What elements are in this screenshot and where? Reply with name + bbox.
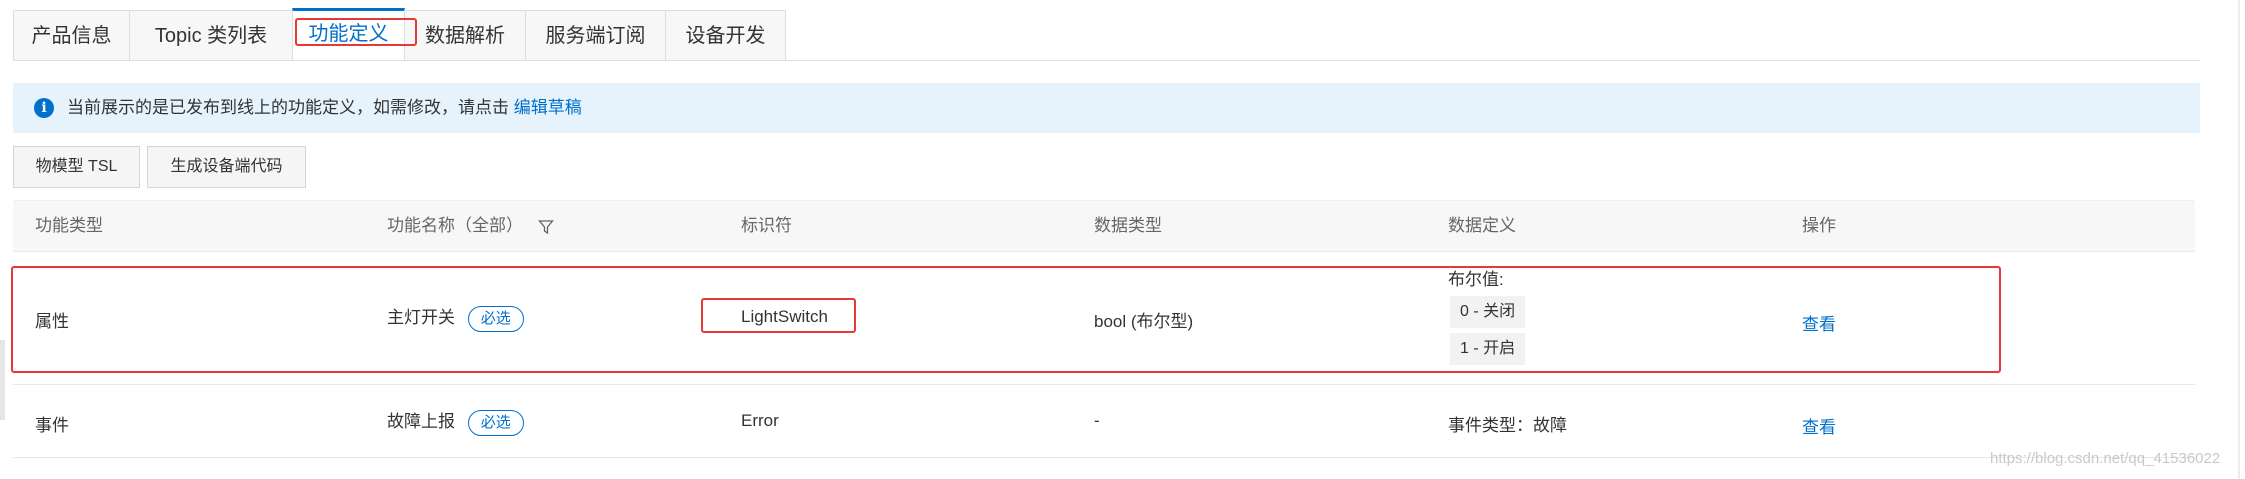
tab-label: 服务端订阅	[545, 25, 646, 47]
tab-device-development[interactable]: 设备开发	[665, 10, 786, 60]
tab-server-subscription[interactable]: 服务端订阅	[525, 10, 666, 60]
tab-divider	[13, 60, 2200, 61]
highlight-box-row	[11, 266, 2001, 373]
tab-label: 产品信息	[31, 25, 112, 47]
tab-data-parsing[interactable]: 数据解析	[404, 10, 526, 60]
banner-message: 当前展示的是已发布到线上的功能定义，如需修改，请点击 编辑草稿	[67, 83, 582, 133]
header-data-type: 数据类型	[1094, 216, 1162, 235]
scrollbar[interactable]	[0, 340, 5, 420]
info-icon: i	[34, 98, 54, 118]
page-edge-divider	[2238, 0, 2240, 479]
row-identifier: Error	[741, 411, 779, 430]
table-row: 事件 故障上报 必选 Error - 事件类型：故障 查看	[13, 385, 2195, 458]
highlight-box-tab	[295, 18, 417, 46]
required-badge: 必选	[467, 409, 524, 436]
row-data-type: -	[1094, 411, 1100, 430]
generate-code-button[interactable]: 生成设备端代码	[147, 146, 306, 188]
tsl-button[interactable]: 物模型 TSL	[13, 146, 140, 188]
header-identifier: 标识符	[741, 216, 792, 235]
edit-draft-link[interactable]: 编辑草稿	[514, 98, 582, 117]
watermark: https://blog.csdn.net/qq_41536022	[1990, 450, 2221, 467]
table-header: 功能类型 功能名称（全部） 标识符 数据类型 数据定义 操作	[13, 200, 2195, 252]
filter-icon[interactable]	[537, 219, 554, 235]
tab-label: Topic 类列表	[154, 25, 268, 47]
header-type: 功能类型	[35, 216, 103, 235]
tab-label: 数据解析	[425, 25, 505, 47]
header-name[interactable]: 功能名称（全部）	[387, 201, 554, 251]
row-name-label: 故障上报	[387, 412, 455, 431]
info-banner: i 当前展示的是已发布到线上的功能定义，如需修改，请点击 编辑草稿	[13, 83, 2200, 133]
row-data-definition: 事件类型：故障	[1448, 416, 1567, 435]
view-link[interactable]: 查看	[1802, 413, 1836, 438]
header-data-definition: 数据定义	[1448, 216, 1516, 235]
tab-product-info[interactable]: 产品信息	[13, 10, 130, 60]
header-action: 操作	[1802, 216, 1836, 235]
row-type: 事件	[35, 416, 69, 435]
row-name: 故障上报 必选	[387, 407, 524, 436]
header-name-label: 功能名称（全部）	[387, 216, 523, 235]
highlight-box-identifier	[701, 298, 856, 333]
banner-text: 当前展示的是已发布到线上的功能定义，如需修改，请点击	[67, 98, 509, 117]
tab-label: 设备开发	[685, 25, 766, 47]
tab-topic-list[interactable]: Topic 类列表	[129, 10, 293, 60]
